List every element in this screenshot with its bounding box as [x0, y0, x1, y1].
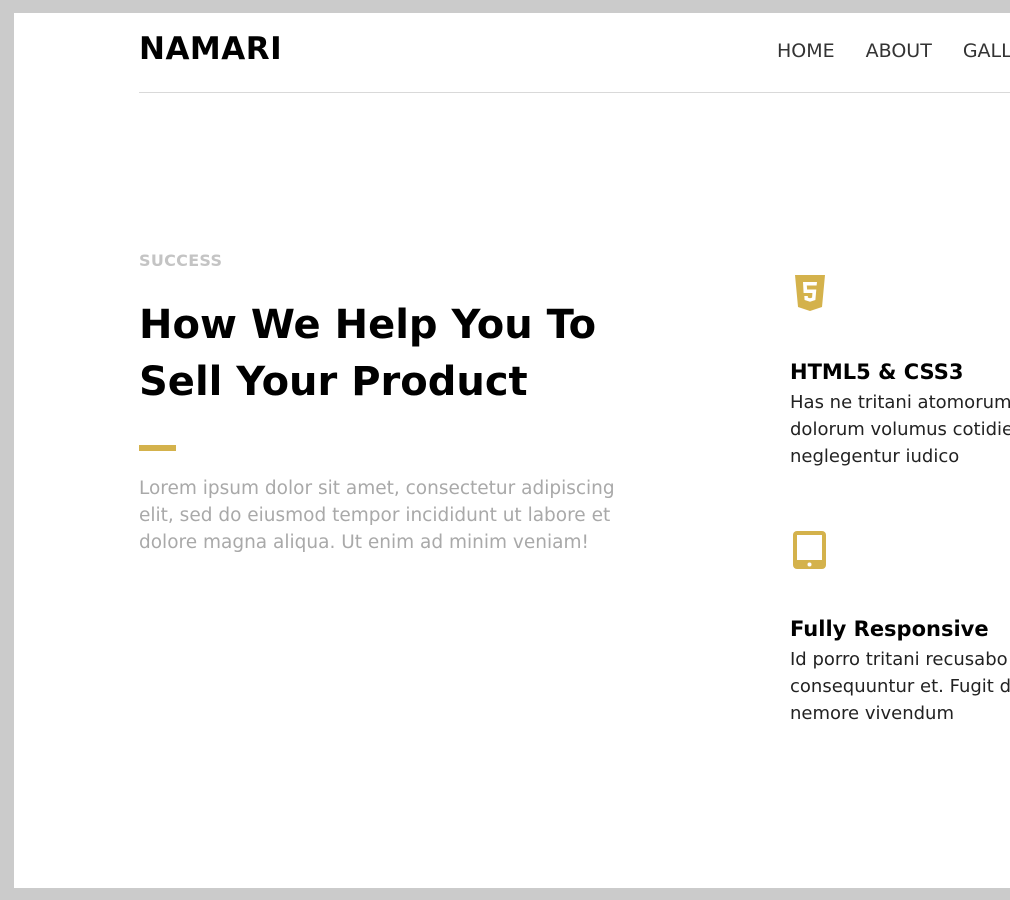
- section-title-line-1: How We Help You To: [139, 302, 597, 348]
- logo[interactable]: NAMARI: [139, 31, 282, 68]
- feature-description-line: nemore vivendum: [790, 703, 954, 724]
- nav-item-home[interactable]: HOME: [777, 40, 835, 63]
- page: NAMARI HOME ABOUT GALLERY SUCCESS How We…: [14, 13, 1010, 888]
- section-title-line-2: Sell Your Product: [139, 359, 528, 405]
- main-nav: HOME ABOUT GALLERY: [777, 40, 1010, 63]
- feature-description-line: Id porro tritani recusabo: [790, 649, 1008, 670]
- nav-item-about[interactable]: ABOUT: [866, 40, 932, 63]
- nav-item-gallery[interactable]: GALLERY: [963, 40, 1010, 63]
- feature-description-line: dolorum volumus cotidie: [790, 419, 1010, 440]
- feature-description: Id porro tritani recusabo consequuntur e…: [790, 646, 1010, 727]
- feature-description-line: consequuntur et. Fugit d: [790, 676, 1010, 697]
- feature-description: Has ne tritani atomorum dolorum volumus …: [790, 389, 1010, 470]
- tablet-icon: [793, 531, 826, 569]
- section-title: How We Help You To Sell Your Product: [139, 297, 639, 411]
- section-intro: Lorem ipsum dolor sit amet, consectetur …: [139, 478, 615, 553]
- feature-description-line: neglegentur iudico: [790, 446, 960, 467]
- site-header: NAMARI HOME ABOUT GALLERY: [139, 13, 1010, 93]
- accent-divider: [139, 445, 176, 451]
- feature-responsive: Fully Responsive Id porro tritani recusa…: [790, 530, 1010, 727]
- section-eyebrow: SUCCESS: [139, 251, 223, 270]
- feature-html5: HTML5 & CSS3 Has ne tritani atomorum dol…: [790, 273, 1010, 470]
- html5-icon: [795, 275, 825, 311]
- feature-description-line: Has ne tritani atomorum: [790, 392, 1010, 413]
- feature-title: HTML5 & CSS3: [790, 360, 964, 384]
- feature-title: Fully Responsive: [790, 617, 989, 641]
